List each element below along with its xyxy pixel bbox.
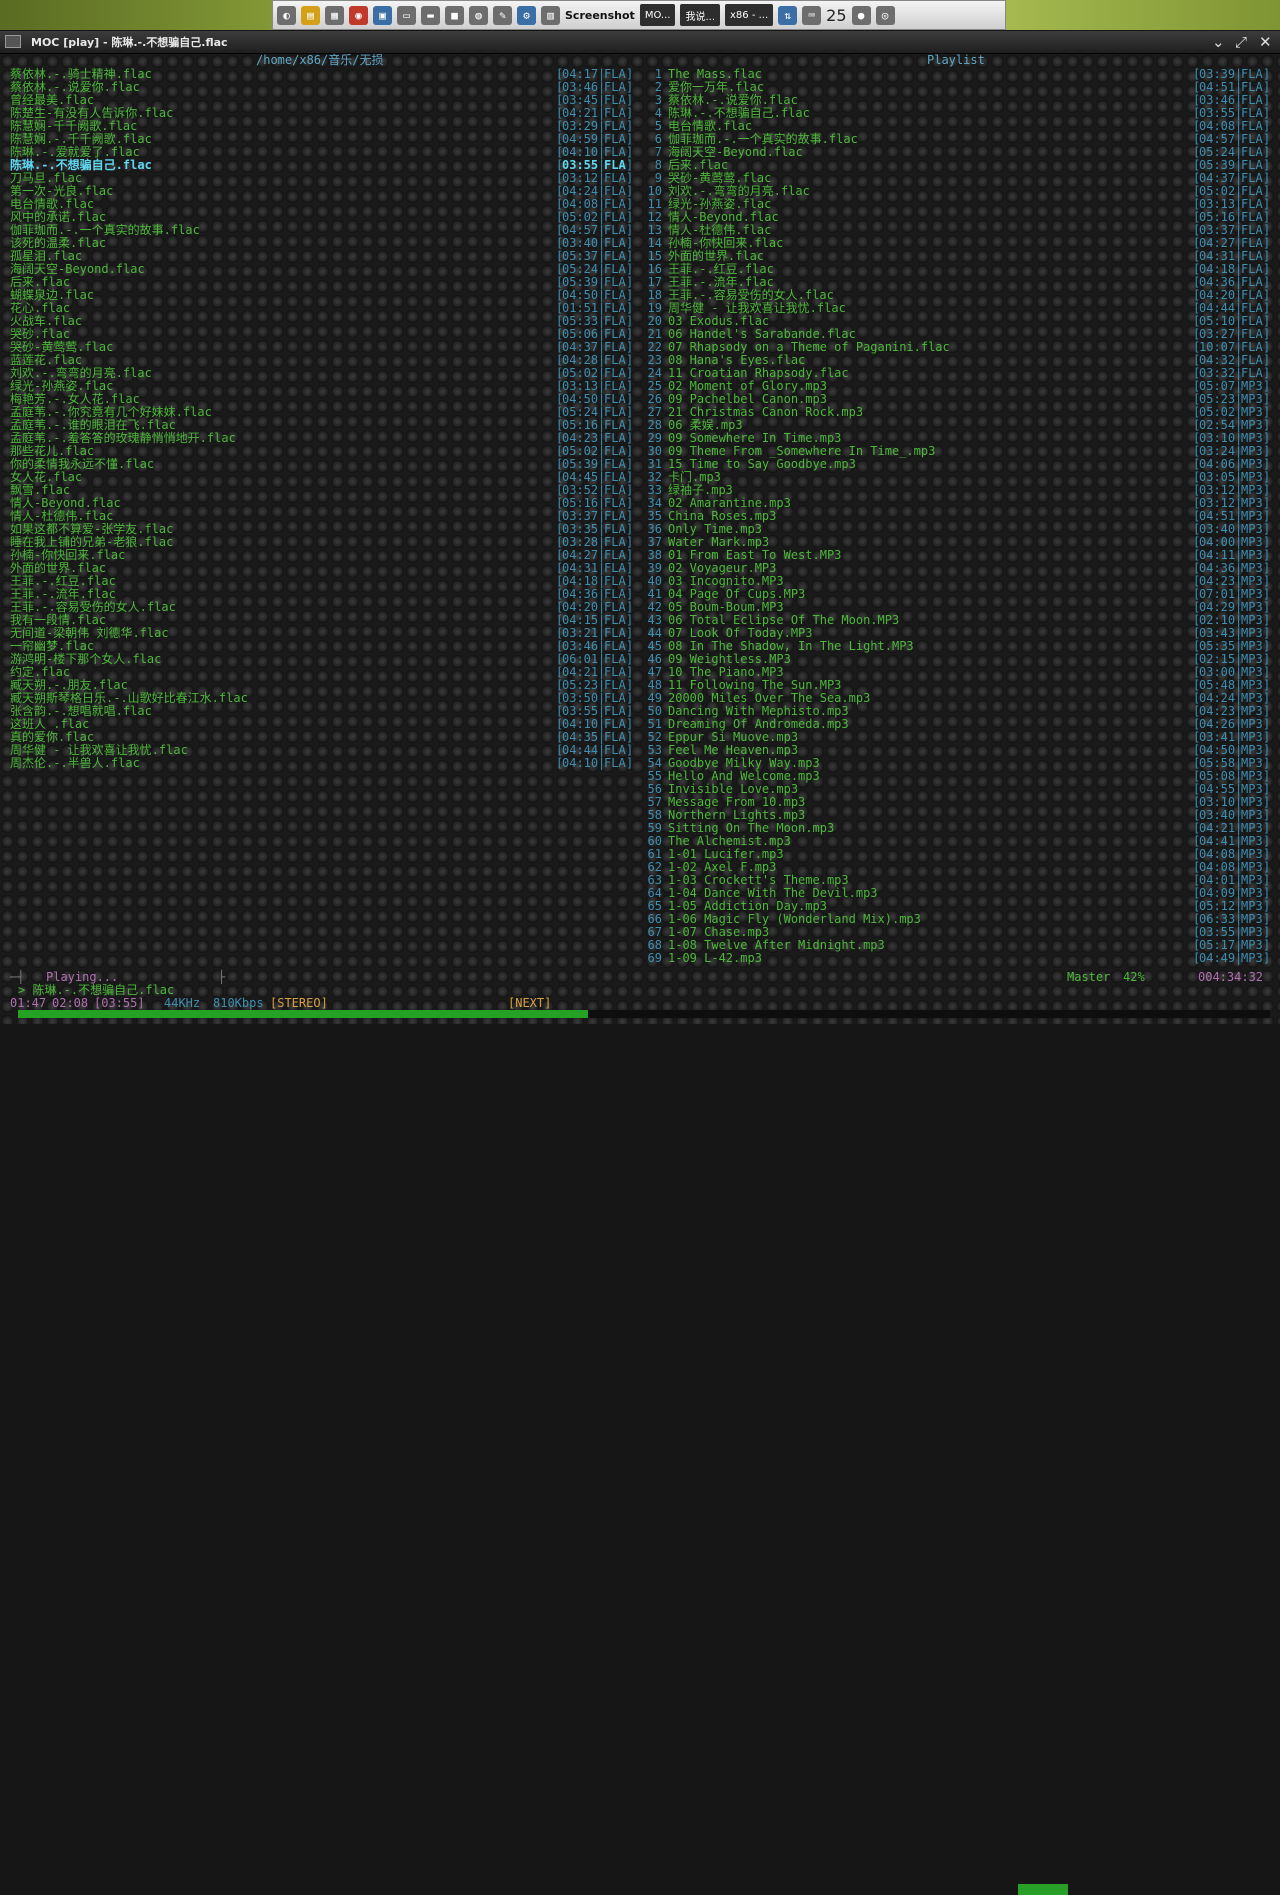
taskbar: ◐ ▤ ▦ ◉ ▣ ▭ ▬ ■ ◍ ✎ ⚙ ▥ Screenshot MO...… — [272, 0, 1006, 30]
time-bracket-close: ] — [626, 756, 634, 770]
next-indicator: [NEXT] — [508, 996, 552, 1010]
stereo-indicator: [STEREO] — [270, 996, 328, 1010]
window-title: MOC [play] - 陈琳.-.不想骗自己.flac — [31, 36, 228, 49]
terminal-icon[interactable]: ▭ — [397, 5, 416, 25]
progress-bar[interactable] — [18, 1010, 1270, 1018]
minimize-icon[interactable]: ⌄ — [1212, 33, 1225, 51]
total-duration: [03:55] — [94, 996, 145, 1010]
volume-percent: 42% — [1123, 970, 1145, 984]
remaining-time: 02:08 — [52, 996, 89, 1010]
display-settings-icon[interactable]: ▬ — [421, 5, 440, 25]
close-icon[interactable]: ✕ — [1259, 33, 1272, 51]
window-titlebar[interactable]: MOC [play] - 陈琳.-.不想骗自己.flac ⌄ ⤢ ✕ — [0, 31, 1280, 54]
virtualbox-icon[interactable]: ▣ — [373, 5, 392, 25]
desktop-icon[interactable]: ■ — [445, 5, 464, 25]
browser-path-header: /home/x86/音乐/无损 — [256, 53, 384, 67]
window-switcher-icon[interactable]: ▦ — [325, 5, 344, 25]
file-time: 04:10 — [562, 756, 599, 770]
desktop-top-panel: ◐ ▤ ▦ ◉ ▣ ▭ ▬ ■ ◍ ✎ ⚙ ▥ Screenshot MO...… — [0, 0, 1280, 30]
speaker-icon[interactable]: ◎ — [875, 5, 895, 25]
image-viewer-icon[interactable]: ▥ — [541, 5, 560, 25]
status-line: ─┤ Playing... ├ Master 42% 004:34:32 — [0, 970, 1280, 1895]
volume-bar[interactable] — [1018, 1884, 1138, 1895]
playlist-format: MP3 — [1241, 951, 1263, 965]
sample-rate: 44KHz — [164, 996, 201, 1010]
gimp-icon[interactable]: ◍ — [469, 5, 488, 25]
task-terminal[interactable]: x86 - ... — [725, 4, 774, 26]
mixer-label: Master — [1067, 970, 1111, 984]
file-format: FLA — [604, 756, 626, 770]
file-manager-icon[interactable]: ▤ — [301, 5, 320, 25]
playlist-time: 04:49 — [1199, 951, 1236, 965]
progress-fill — [18, 1010, 588, 1018]
bitrate: 810Kbps — [213, 996, 264, 1010]
volume-fill — [1018, 1884, 1069, 1895]
moc-terminal[interactable]: /home/x86/音乐/无损 Playlist 蔡依林.-.骑士精神.flac… — [0, 53, 1280, 1895]
task-moc[interactable]: MO... — [639, 4, 676, 26]
file-name: 周杰伦.-.半兽人.flac — [10, 756, 140, 770]
app-launcher-icon[interactable]: ◐ — [277, 5, 296, 25]
terminal-window-icon[interactable] — [5, 35, 21, 48]
maximize-icon[interactable]: ⤢ — [1235, 33, 1247, 51]
time-bracket-close: ] — [1263, 951, 1271, 965]
keyboard-icon[interactable]: ⌨ — [802, 5, 822, 25]
text-editor-icon[interactable]: ✎ — [493, 5, 512, 25]
network-manager-icon[interactable]: ⇅ — [778, 5, 798, 25]
clock[interactable]: 25 — [826, 6, 846, 25]
elapsed-time: 01:47 — [10, 996, 47, 1010]
playlist-name: 1-09 L-42.mp3 — [668, 951, 762, 965]
screenshot-label[interactable]: Screenshot — [565, 9, 635, 22]
total-time: 004:34:32 — [1198, 970, 1264, 984]
playlist-header: Playlist — [927, 53, 985, 67]
power-icon[interactable]: ● — [851, 5, 871, 25]
playlist-number: 69 — [647, 951, 662, 965]
chrome-browser-icon[interactable]: ◉ — [349, 5, 368, 25]
timing-line: 01:47 02:08 [03:55] 44KHz 810Kbps [STERE… — [0, 997, 1280, 1010]
network-icon[interactable]: ⚙ — [517, 5, 536, 25]
task-chrome[interactable]: 我说... — [680, 4, 721, 26]
